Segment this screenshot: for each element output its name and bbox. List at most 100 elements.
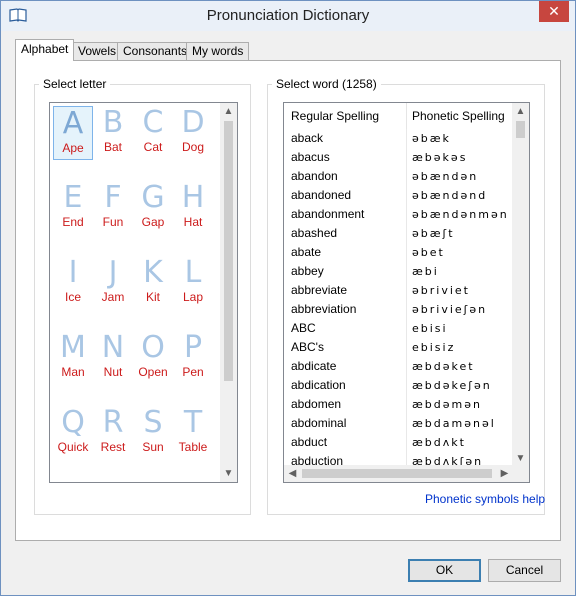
cancel-button[interactable]: Cancel — [488, 559, 561, 582]
letter-example-word: Hat — [183, 215, 203, 229]
word-row[interactable]: abandon əbændən — [284, 167, 513, 186]
letter-glyph: A — [62, 106, 84, 141]
word-row[interactable]: abacus æbəkəs — [284, 148, 513, 167]
tab-vowels[interactable]: Vowels — [72, 42, 123, 60]
letter-cell-g[interactable]: G Gap — [133, 181, 173, 235]
scroll-up-arrow-icon[interactable]: ▲ — [512, 103, 529, 120]
word-row[interactable]: abdicate æbdəket — [284, 357, 513, 376]
word-row[interactable]: abdominal æbdamənəl — [284, 414, 513, 433]
header-divider[interactable] — [406, 103, 407, 129]
letter-cell-l[interactable]: L Lap — [173, 256, 213, 310]
word-row[interactable]: abbey æbi — [284, 262, 513, 281]
phonetic-spelling: æbəkəs — [412, 151, 468, 164]
letter-glyph: P — [183, 330, 203, 365]
scroll-thumb[interactable] — [224, 121, 233, 381]
list-header: Regular Spelling Phonetic Spelling — [284, 103, 513, 129]
letter-cell-d[interactable]: D Dog — [173, 106, 213, 160]
letter-cell-e[interactable]: E End — [53, 181, 93, 235]
tab-alphabet[interactable]: Alphabet — [15, 39, 75, 61]
letter-example-word: Nut — [103, 365, 123, 379]
scroll-thumb[interactable] — [516, 121, 525, 138]
regular-spelling: abbreviate — [291, 283, 348, 297]
word-list-vscrollbar[interactable]: ▲ ▼ — [512, 103, 529, 467]
letter-cell-c[interactable]: C Cat — [133, 106, 173, 160]
letter-cell-k[interactable]: K Kit — [133, 256, 173, 310]
letter-example-word: Table — [178, 440, 208, 454]
letter-cell-a[interactable]: A Ape — [53, 106, 93, 160]
letter-glyph: C — [142, 105, 164, 140]
scroll-left-arrow-icon[interactable]: ◀ — [284, 465, 301, 482]
phonetic-spelling: æbdəket — [412, 360, 475, 373]
letter-cell-m[interactable]: M Man — [53, 331, 93, 385]
regular-spelling: abduct — [291, 435, 328, 449]
word-row[interactable]: abduct æbdʌkt — [284, 433, 513, 452]
word-row[interactable]: abbreviation əbrivieʃən — [284, 300, 513, 319]
phonetic-spelling: əbæʃt — [412, 227, 455, 240]
letter-cell-h[interactable]: H Hat — [173, 181, 213, 235]
regular-spelling: ABC — [291, 321, 316, 335]
letter-cell-o[interactable]: O Open — [133, 331, 173, 385]
letter-glyph: S — [143, 405, 163, 440]
scroll-up-arrow-icon[interactable]: ▲ — [220, 103, 237, 120]
letter-example-word: Quick — [57, 440, 89, 454]
title-bar[interactable]: Pronunciation Dictionary ✕ — [1, 1, 575, 31]
word-row[interactable]: abdomen æbdəmən — [284, 395, 513, 414]
letter-cell-r[interactable]: R Rest — [93, 406, 133, 460]
phonetic-spelling: əbændənmən — [412, 208, 509, 221]
word-row[interactable]: abandoned əbændənd — [284, 186, 513, 205]
regular-spelling: aback — [291, 131, 324, 145]
phonetic-spelling: æbdʌkt — [412, 436, 466, 449]
word-row[interactable]: ABC ebisi — [284, 319, 513, 338]
letter-glyph: I — [68, 255, 78, 290]
phonetic-spelling: əbrivieʃən — [412, 303, 488, 316]
letter-example-word: Fun — [102, 215, 124, 229]
word-row[interactable]: abdication æbdəkeʃən — [284, 376, 513, 395]
regular-spelling: abdication — [291, 378, 346, 392]
phonetic-symbols-help-link[interactable]: Phonetic symbols help — [425, 492, 545, 506]
word-row[interactable]: aback əbæk — [284, 129, 513, 148]
letter-example-word: Jam — [101, 290, 125, 304]
letter-cell-f[interactable]: F Fun — [93, 181, 133, 235]
letter-cell-p[interactable]: P Pen — [173, 331, 213, 385]
regular-spelling: abandoned — [291, 188, 352, 202]
letter-example-word: Dog — [181, 140, 204, 154]
letter-glyph: M — [60, 330, 86, 365]
word-row[interactable]: abate əbet — [284, 243, 513, 262]
word-list-hscrollbar[interactable]: ◀ ▶ — [284, 465, 513, 482]
letter-glyph: N — [101, 330, 125, 365]
letter-glyph: B — [102, 105, 124, 140]
regular-spelling: abdicate — [291, 359, 337, 373]
regular-spelling: abbreviation — [291, 302, 357, 316]
close-button[interactable]: ✕ — [539, 1, 569, 22]
letter-cell-i[interactable]: I Ice — [53, 256, 93, 310]
letter-glyph: O — [141, 330, 165, 365]
letter-cell-j[interactable]: J Jam — [93, 256, 133, 310]
scroll-right-arrow-icon[interactable]: ▶ — [496, 465, 513, 482]
letter-glyph: J — [108, 255, 118, 290]
word-row[interactable]: abbreviate əbriviet — [284, 281, 513, 300]
ok-button[interactable]: OK — [408, 559, 481, 582]
column-header-regular[interactable]: Regular Spelling — [291, 109, 379, 123]
letter-cell-s[interactable]: S Sun — [133, 406, 173, 460]
letters-scrollbar[interactable]: ▲ ▼ — [220, 103, 237, 482]
regular-spelling: abashed — [291, 226, 338, 240]
letter-cell-b[interactable]: B Bat — [93, 106, 133, 160]
tab-my-words[interactable]: My words — [186, 42, 250, 60]
column-header-phonetic[interactable]: Phonetic Spelling — [412, 109, 505, 123]
letter-glyph: L — [184, 255, 202, 290]
phonetic-spelling: æbdəkeʃən — [412, 379, 492, 392]
letter-example-word: Man — [61, 365, 85, 379]
letter-example-word: Rest — [100, 440, 126, 454]
letter-cell-q[interactable]: Q Quick — [53, 406, 93, 460]
phonetic-spelling: əbæk — [412, 132, 451, 145]
word-row[interactable]: ABC's ebisiz — [284, 338, 513, 357]
word-row[interactable]: abashed əbæʃt — [284, 224, 513, 243]
letter-cell-n[interactable]: N Nut — [93, 331, 133, 385]
word-row[interactable]: abandonment əbændənmən — [284, 205, 513, 224]
regular-spelling: abandonment — [291, 207, 365, 221]
letter-cell-t[interactable]: T Table — [173, 406, 213, 460]
phonetic-spelling: æbdamənəl — [412, 417, 496, 430]
scroll-down-arrow-icon[interactable]: ▼ — [220, 465, 237, 482]
tab-consonants[interactable]: Consonants — [117, 42, 194, 60]
scroll-thumb[interactable] — [302, 469, 492, 478]
